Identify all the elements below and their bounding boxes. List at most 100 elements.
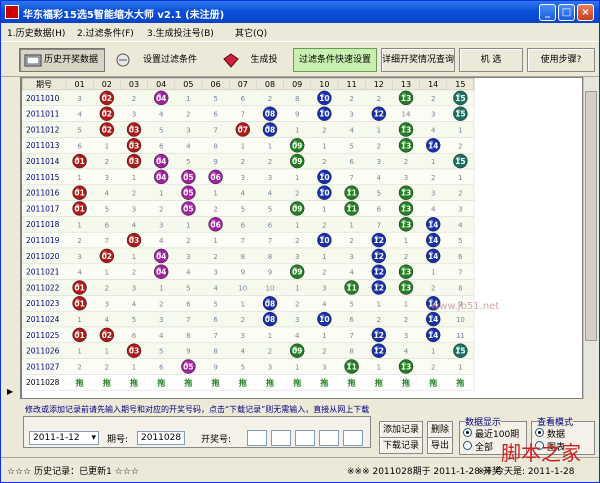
ball-number: 08 [265,110,275,119]
cell-value: 11 [456,332,465,340]
cell-value: 1 [77,174,81,182]
cell-value: 3 [322,364,326,372]
ball-number: 14 [428,141,438,150]
menu-other[interactable]: 其它(Q) [235,26,267,39]
cell-value: 1 [349,221,353,229]
cell-value: 2 [349,95,353,103]
scrollbar-thumb[interactable] [585,91,597,341]
help-steps-button[interactable]: 使用步骤? [527,48,595,72]
site-watermark: 脚本之家 [501,441,581,465]
generate-button[interactable]: 生成投 [217,48,289,72]
cell-value: 5 [77,127,81,135]
cell-value: 3 [431,111,435,119]
row-issue: 2011020 [26,252,60,261]
cell-value: 1 [77,316,81,324]
download-record-button[interactable]: 下载记录 [379,437,423,454]
date-picker[interactable]: 2011-1-12 ▾ [29,431,99,445]
random-pick-button[interactable]: 机 选 [459,48,523,72]
cell-value: 3 [268,174,272,182]
ball-number: 07 [238,126,248,135]
maximize-button[interactable]: □ [558,4,575,21]
cell-value: 4 [77,111,82,119]
ball-number: 05 [183,205,193,214]
all-radio[interactable] [463,441,472,450]
add-record-button[interactable]: 添加记录 [379,421,423,438]
issue-input[interactable]: 2011028 [137,431,185,445]
ball-number: 06 [210,173,220,182]
cell-value: 拖 [130,377,138,387]
cell-value: 2 [105,285,109,293]
cell-value: 1 [377,364,381,372]
row-issue: 2011013 [26,141,60,150]
ball-number: 13 [401,268,411,277]
ball-number: 03 [129,157,139,166]
menu-generate[interactable]: 3.生成投注号(B) [147,26,214,39]
header-col-12: 12 [374,80,384,89]
ball-number: 09 [292,157,302,166]
cell-value: 7 [349,174,353,182]
prize-number-input-2[interactable] [271,430,291,446]
cell-value: 5 [186,158,190,166]
cell-value: 2 [431,364,435,372]
history-data-button[interactable]: 历史开奖数据 [19,48,105,72]
cell-value: 4 [132,300,137,308]
prize-number-input-4[interactable] [319,430,339,446]
export-button[interactable]: 导出 [427,437,453,454]
data-view-radio[interactable] [535,428,544,437]
cell-value: 2 [241,158,245,166]
prize-number-input-1[interactable] [247,430,267,446]
cell-value: 2 [159,300,163,308]
cell-value: 3 [186,253,190,261]
grid-canvas: 期号 01 02 03 04 05 06 07 08 09 10 11 12 13 14 152011010 3… [22,78,475,391]
cell-value: 2 [404,253,408,261]
cell-value: 1 [458,364,462,372]
ball-number: 12 [374,284,384,293]
grid-watermark: www.jb51.net [431,301,500,312]
cell-value: 2 [268,95,272,103]
ball-number: 14 [428,315,438,324]
quick-filter-button[interactable]: 过滤条件快速设置 [293,48,377,72]
cell-value: 1 [431,348,435,356]
header-col-14: 14 [428,80,438,89]
cell-value: 拖 [375,377,383,387]
ball-number: 01 [74,299,84,308]
database-icon [24,54,42,67]
cell-value: 2 [186,111,190,119]
set-filter-button[interactable]: 设置过滤条件 [109,48,209,72]
cell-value: 4 [132,221,137,229]
delete-button[interactable]: 删除 [427,421,453,438]
ball-number: 05 [183,363,193,372]
cell-value: 拖 [293,377,301,387]
cell-value: 拖 [212,377,220,387]
row-issue: 2011017 [26,204,60,213]
cell-value: 1 [322,142,326,150]
cell-value: 2 [458,190,462,198]
ball-number: 04 [156,157,166,166]
cell-value: 2 [322,221,326,229]
prize-number-input-5[interactable] [343,430,363,446]
close-button[interactable]: × [577,4,594,21]
menu-history[interactable]: 1.历史数据(H) [7,26,65,39]
minimize-button[interactable]: _ [539,4,556,21]
cell-value: 5 [241,364,245,372]
cell-value: 拖 [103,377,111,387]
recent100-radio[interactable] [463,428,472,437]
cell-value: 3 [404,174,408,182]
cell-value: 5 [349,142,353,150]
detail-query-button[interactable]: 详细开奖情况查询 [381,48,455,72]
issue-label: 期号: [107,435,129,445]
ball-number: 12 [374,252,384,261]
cell-value: 3 [295,253,299,261]
header-col-07: 07 [238,80,248,89]
cell-value: 6 [77,142,82,150]
history-data-grid[interactable]: 期号 01 02 03 04 05 06 07 08 09 10 11 12 13 14 15 2011010 3… [21,77,583,399]
prize-number-input-3[interactable] [295,430,315,446]
cell-value: 1 [213,190,217,198]
ball-number: 13 [401,220,411,229]
cell-value: 3 [458,206,462,214]
vertical-scrollbar[interactable] [583,77,597,399]
cell-value: 1 [295,174,299,182]
menu-filter[interactable]: 2.过滤条件(F) [77,26,134,39]
cell-value: 5 [241,206,245,214]
gem-icon [223,53,239,68]
